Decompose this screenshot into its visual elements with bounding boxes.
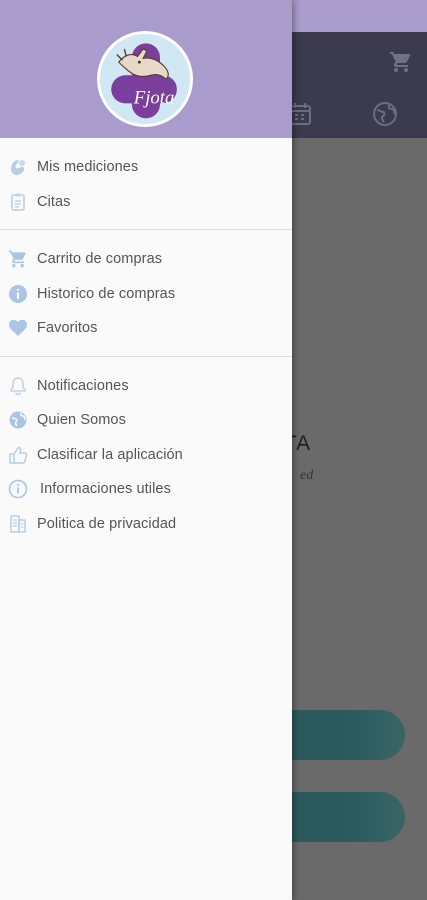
info-filled-icon <box>8 284 28 304</box>
info-outline-icon <box>8 479 28 499</box>
cart-icon[interactable] <box>389 50 413 74</box>
menu-item-label: Favoritos <box>37 320 98 337</box>
measurement-icon <box>8 157 28 177</box>
globe-icon <box>8 410 28 430</box>
menu-item-label: Historico de compras <box>37 285 176 302</box>
menu-item-label: Clasificar la aplicación <box>37 446 183 463</box>
clipboard-icon <box>8 192 28 212</box>
menu-item-citas[interactable]: Citas <box>0 185 292 220</box>
drawer-menu: Mis mediciones Citas Carrito de compras … <box>0 138 292 541</box>
background-subtitle: ed <box>300 468 314 483</box>
drawer-header: Fjota <box>0 0 292 138</box>
menu-item-label: Citas <box>37 193 71 210</box>
document-icon <box>8 514 28 534</box>
bell-icon <box>8 376 28 396</box>
menu-item-label: Carrito de compras <box>37 251 163 268</box>
menu-item-label: Quien Somos <box>37 412 126 429</box>
menu-item-mis-mediciones[interactable]: Mis mediciones <box>0 150 292 185</box>
menu-item-label: Informaciones utiles <box>40 481 171 498</box>
menu-item-label: Politica de privacidad <box>37 515 177 532</box>
heart-icon <box>8 318 28 338</box>
menu-item-label: Mis mediciones <box>37 159 139 176</box>
fjota-logo-icon: Fjota <box>97 31 193 127</box>
menu-item-informaciones-utiles[interactable]: Informaciones utiles <box>0 472 292 507</box>
menu-item-politica-de-privacidad[interactable]: Politica de privacidad <box>0 507 292 542</box>
navigation-drawer: Fjota Mis mediciones Citas Carrito de co… <box>0 0 292 900</box>
menu-item-notificaciones[interactable]: Notificaciones <box>0 369 292 404</box>
menu-item-quien-somos[interactable]: Quien Somos <box>0 403 292 438</box>
cart-icon <box>8 249 28 269</box>
menu-item-label: Notificaciones <box>37 377 129 394</box>
menu-item-clasificar-la-aplicacion[interactable]: Clasificar la aplicación <box>0 438 292 473</box>
globe-icon[interactable] <box>371 100 399 128</box>
menu-item-carrito-de-compras[interactable]: Carrito de compras <box>0 242 292 277</box>
thumbs-up-icon <box>8 445 28 465</box>
svg-text:Fjota: Fjota <box>133 87 175 108</box>
menu-item-historico-de-compras[interactable]: Historico de compras <box>0 277 292 312</box>
menu-item-favoritos[interactable]: Favoritos <box>0 311 292 346</box>
